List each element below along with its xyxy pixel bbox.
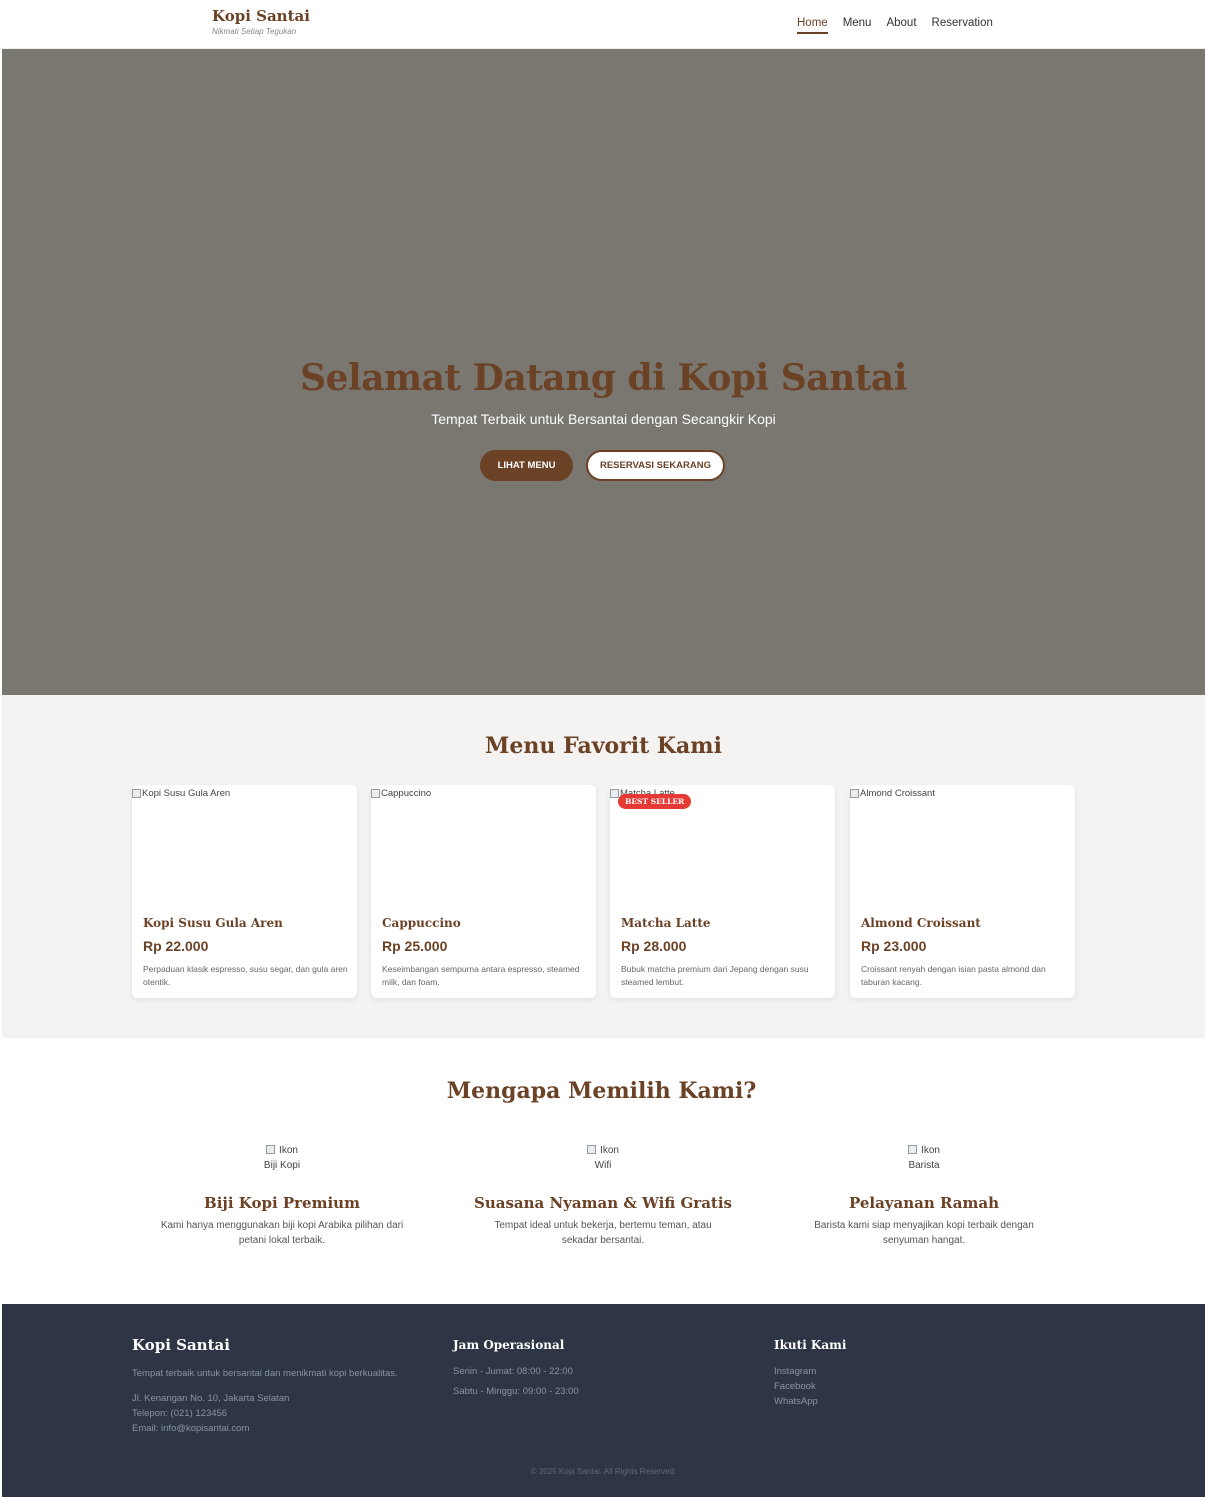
nav-reservation[interactable]: Reservation: [932, 17, 993, 34]
feature-description: Tempat ideal untuk bekerja, bertemu tema…: [494, 1220, 712, 1246]
menu-item-description: Keseimbangan sempurna antara espresso, s…: [382, 964, 580, 987]
favorites-title: Menu Favorit Kami: [485, 733, 722, 759]
feature-item: Ikon Biji Kopi Biji Kopi Premium Kami ha…: [132, 1143, 432, 1248]
footer-about: Kopi Santai Tempat terbaik untuk bersant…: [132, 1336, 432, 1436]
menu-card[interactable]: Cappuccino Cappuccino Rp 25.000 Keseimba…: [371, 785, 596, 998]
feature-name: Biji Kopi Premium: [204, 1194, 360, 1212]
feature-description: Barista kami siap menyajikan kopi terbai…: [814, 1220, 1034, 1246]
footer-hours-weekday: Senin - Jumat: 08:00 - 22:00: [453, 1366, 573, 1377]
menu-card[interactable]: Matcha Latte BEST SELLER Matcha Latte Rp…: [610, 785, 835, 998]
icon-alt-text: Ikon: [600, 1145, 619, 1156]
brand-name: Kopi Santai: [212, 7, 310, 25]
menu-image: Almond Croissant: [850, 785, 1075, 905]
copyright: © 2025 Kopi Santai. All Rights Reserved.: [530, 1467, 677, 1476]
footer-social-title: Ikuti Kami: [774, 1338, 847, 1352]
feature-name: Suasana Nyaman & Wifi Gratis: [473, 1194, 732, 1212]
footer-email[interactable]: Email: info@kopisantai.com: [132, 1421, 432, 1436]
menu-image: Kopi Susu Gula Aren: [132, 785, 357, 905]
footer-hours-title: Jam Operasional: [453, 1338, 565, 1352]
image-alt-text: Cappuccino: [381, 788, 432, 799]
icon-alt-text: Ikon: [921, 1145, 940, 1156]
site-header: Kopi Santai Nikmati Setiap Tegukan Home …: [0, 0, 1205, 49]
footer-social: Ikuti Kami Instagram Facebook WhatsApp: [774, 1336, 1074, 1409]
instagram-link[interactable]: Instagram: [774, 1364, 1074, 1379]
menu-card[interactable]: Kopi Susu Gula Aren Kopi Susu Gula Aren …: [132, 785, 357, 998]
whatsapp-link[interactable]: WhatsApp: [774, 1394, 1074, 1409]
hero-buttons: Lihat Menu Reservasi Sekarang: [2, 450, 1205, 481]
menu-item-price: Rp 28.000: [621, 938, 687, 954]
feature-name: Pelayanan Ramah: [848, 1194, 1000, 1212]
nav-menu[interactable]: Menu: [843, 17, 872, 34]
image-alt-text: Almond Croissant: [860, 788, 935, 799]
broken-image-icon: [587, 1145, 597, 1154]
hero-title: Selamat Datang di Kopi Santai: [300, 357, 907, 399]
nav-about[interactable]: About: [886, 17, 916, 34]
main-nav: Home Menu About Reservation: [797, 17, 1008, 34]
reserve-now-button[interactable]: Reservasi Sekarang: [586, 450, 725, 481]
menu-item-description: Croissant renyah dengan isian pasta almo…: [861, 964, 1046, 987]
feature-icon: Ikon Biji Kopi: [132, 1143, 432, 1177]
best-seller-badge: BEST SELLER: [618, 794, 692, 809]
site-footer: Kopi Santai Tempat terbaik untuk bersant…: [2, 1304, 1205, 1497]
broken-image-icon: [371, 789, 380, 798]
menu-item-price: Rp 22.000: [143, 938, 209, 954]
feature-description: Kami hanya menggunakan biji kopi Arabika…: [160, 1220, 404, 1246]
view-menu-button[interactable]: Lihat Menu: [480, 450, 573, 481]
footer-about-text: Tempat terbaik untuk bersantai dan menik…: [132, 1368, 398, 1379]
menu-image: Cappuccino: [371, 785, 596, 905]
footer-address: Jl. Kenangan No. 10, Jakarta Selatan: [132, 1393, 290, 1404]
feature-icon: Ikon Barista: [774, 1143, 1074, 1177]
brand[interactable]: Kopi Santai Nikmati Setiap Tegukan: [212, 7, 310, 36]
menu-item-name: Kopi Susu Gula Aren: [143, 916, 283, 930]
menu-item-description: Perpaduan klasik espresso, susu segar, d…: [143, 964, 348, 987]
broken-image-icon: [850, 789, 859, 798]
nav-home[interactable]: Home: [797, 17, 828, 34]
footer-brand: Kopi Santai: [132, 1336, 230, 1354]
broken-image-icon: [132, 789, 141, 798]
footer-phone: Telepon: (021) 123456: [132, 1408, 228, 1419]
menu-item-price: Rp 25.000: [382, 938, 448, 954]
menu-item-name: Almond Croissant: [861, 916, 981, 930]
icon-alt-text: Biji Kopi: [263, 1160, 301, 1171]
menu-card[interactable]: Almond Croissant Almond Croissant Rp 23.…: [850, 785, 1075, 998]
menu-item-price: Rp 23.000: [861, 938, 927, 954]
menu-item-name: Matcha Latte: [621, 916, 711, 930]
icon-alt-text: Ikon: [279, 1145, 298, 1156]
menu-item-description: Bubuk matcha premium dari Jepang dengan …: [621, 964, 809, 987]
footer-hours-weekend: Sabtu - Minggu: 09:00 - 23:00: [453, 1386, 579, 1397]
why-title: Mengapa Memilih Kami?: [446, 1078, 757, 1104]
feature-icon: Ikon Wifi: [453, 1143, 753, 1177]
facebook-link[interactable]: Facebook: [774, 1379, 1074, 1394]
hero-subtitle: Tempat Terbaik untuk Bersantai dengan Se…: [431, 411, 776, 427]
broken-image-icon: [610, 789, 619, 798]
feature-item: Ikon Barista Pelayanan Ramah Barista kam…: [774, 1143, 1074, 1248]
icon-alt-text: Wifi: [594, 1160, 612, 1171]
menu-image: Matcha Latte BEST SELLER: [610, 785, 835, 905]
broken-image-icon: [908, 1145, 918, 1154]
hero-section: Selamat Datang di Kopi Santai Tempat Ter…: [2, 49, 1205, 695]
icon-alt-text: Barista: [908, 1160, 940, 1171]
menu-item-name: Cappuccino: [382, 916, 461, 930]
feature-item: Ikon Wifi Suasana Nyaman & Wifi Gratis T…: [453, 1143, 753, 1248]
broken-image-icon: [266, 1145, 276, 1154]
footer-hours: Jam Operasional Senin - Jumat: 08:00 - 2…: [453, 1336, 753, 1399]
image-alt-text: Kopi Susu Gula Aren: [142, 788, 231, 799]
brand-tagline: Nikmati Setiap Tegukan: [212, 27, 297, 36]
favorites-section: Menu Favorit Kami Kopi Susu Gula Aren Ko…: [2, 695, 1205, 1038]
